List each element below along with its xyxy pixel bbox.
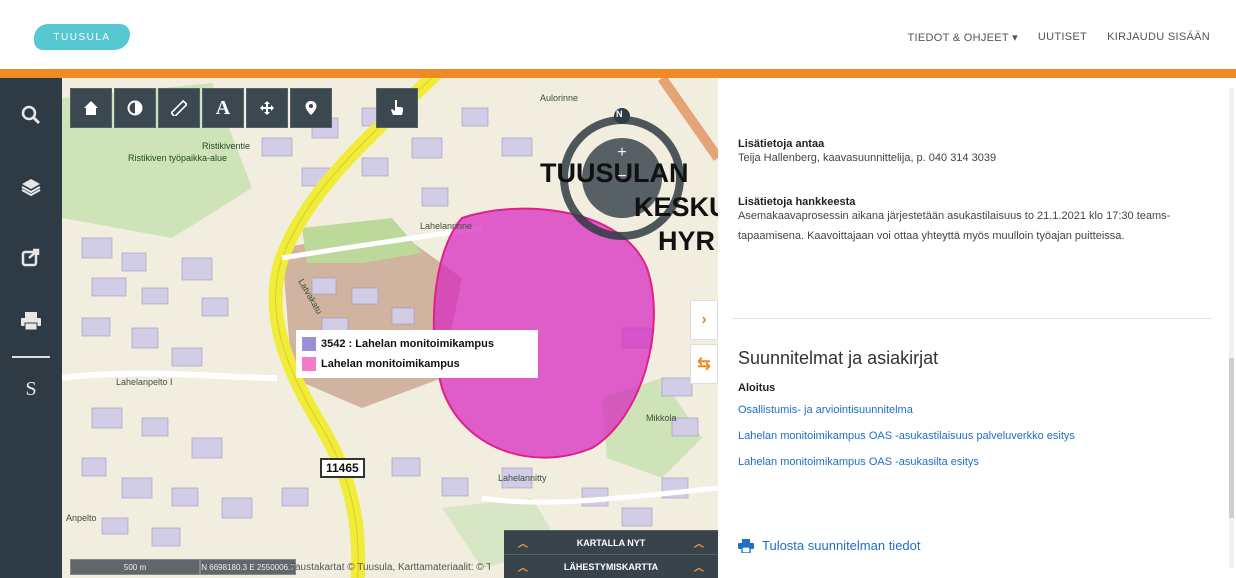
resize-panel-tab[interactable]: ⇆: [690, 344, 718, 384]
drag-handle-icon: ⇆: [697, 356, 711, 373]
share-button[interactable]: [0, 234, 62, 280]
home-button[interactable]: [70, 88, 112, 128]
scale-text: 500 m: [70, 559, 200, 575]
compass-north-label: N: [616, 109, 623, 119]
label-mikkola: Mikkola: [646, 413, 677, 423]
scale-bar: 500 m N 6698180.3 E 2550006.7: [70, 559, 296, 575]
map-copyright: Taustakartat © Tuusula, Karttamateriaali…: [290, 562, 490, 573]
print-plan-link[interactable]: Tulosta suunnitelman tiedot: [738, 538, 921, 553]
contact-text: Teija Hallenberg, kaavasuunnittelija, p.…: [738, 152, 997, 164]
s-tool-button[interactable]: S: [0, 366, 62, 412]
contrast-icon: [127, 100, 143, 116]
feature-legend: 3542 : Lahelan monitoimikampus Lahelan m…: [296, 330, 538, 378]
legend-swatch-area: [302, 357, 316, 371]
project-text: Asemakaavaprosessin aikana järjestetään …: [738, 210, 1171, 242]
ruler-icon: [171, 100, 187, 116]
layers-button[interactable]: [0, 164, 62, 210]
doc-link-service-network[interactable]: Lahelan monitoimikampus OAS -asukastilai…: [738, 430, 1075, 442]
tool-sidebar: S: [0, 78, 62, 578]
nav-info-guides[interactable]: TIEDOT & OHJEET ▾: [907, 31, 1017, 44]
chevron-right-icon: ›: [701, 311, 707, 328]
text-tool-icon: A: [215, 96, 231, 119]
place-label-keskus: KESKUS: [634, 192, 718, 222]
place-label-hyr: HYR: [658, 226, 716, 256]
legend-item[interactable]: Lahelan monitoimikampus: [302, 354, 532, 374]
location-button[interactable]: [290, 88, 332, 128]
search-button[interactable]: [0, 92, 62, 138]
top-header: TUUSULA TIEDOT & OHJEET ▾ UUTISET KIRJAU…: [0, 0, 1236, 70]
section-divider: [732, 318, 1212, 319]
panel-toggle-tabs: › ⇆: [690, 300, 718, 388]
select-feature-button[interactable]: [376, 88, 418, 128]
doc-link-oas[interactable]: Osallistumis- ja arviointisuunnitelma: [738, 404, 913, 416]
move-icon: [260, 101, 274, 115]
road-number-label: 11465: [320, 458, 365, 478]
location-pin-icon: [305, 101, 317, 115]
legend-item[interactable]: 3542 : Lahelan monitoimikampus: [302, 334, 532, 354]
collapse-panel-tab[interactable]: ›: [690, 300, 718, 340]
measure-button[interactable]: [158, 88, 200, 128]
scrollbar-thumb[interactable]: [1229, 358, 1234, 518]
map-view[interactable]: Ristikiven työpaikka-alue Ristikiventie …: [62, 78, 718, 578]
chevron-up-icon: ︿: [694, 539, 704, 550]
print-button[interactable]: [0, 298, 62, 344]
share-icon: [21, 248, 40, 267]
tuusula-logo[interactable]: TUUSULA: [34, 24, 130, 50]
sidebar-divider: [12, 356, 50, 358]
hand-pointer-icon: [391, 100, 403, 115]
section-title: Suunnitelmat ja asiakirjat: [738, 348, 939, 368]
nav-news[interactable]: UUTISET: [1038, 31, 1087, 44]
move-button[interactable]: [246, 88, 288, 128]
bottom-panels: ︿ KARTALLA NYT ︿ ︿ LÄHESTYMISKARTTA ︿: [504, 530, 718, 578]
label-lahelanniitty: Lahelannitty: [498, 473, 547, 483]
plan-info-panel: Lisätietoja antaa Teija Hallenberg, kaav…: [718, 78, 1236, 578]
top-nav: TIEDOT & OHJEET ▾ UUTISET KIRJAUDU SISÄÄ…: [907, 31, 1210, 44]
search-icon: [21, 105, 41, 125]
coordinate-readout: N 6698180.3 E 2550006.7: [200, 559, 296, 575]
legend-swatch-plan: [302, 337, 316, 351]
zoom-in-button[interactable]: +: [612, 144, 632, 164]
on-map-now-panel[interactable]: ︿ KARTALLA NYT ︿: [504, 530, 718, 554]
chevron-up-icon: ︿: [694, 563, 704, 574]
map-toolbar: A: [70, 88, 418, 128]
doc-link-resident-evening[interactable]: Lahelan monitoimikampus OAS -asukasilta …: [738, 456, 979, 468]
print-icon: [21, 312, 41, 331]
label-aulorinne: Aulorinne: [540, 93, 579, 103]
label-lahelanrinne: Lahelanrinne: [420, 221, 473, 231]
s-icon: S: [25, 377, 37, 400]
label-work-area: Ristikiven työpaikka-alue: [128, 153, 228, 163]
accent-bar: [0, 69, 1236, 78]
label-ristikiventie: Ristikiventie: [202, 141, 251, 151]
chevron-up-icon: ︿: [518, 539, 528, 550]
subsection-heading: Aloitus: [738, 382, 776, 394]
contrast-button[interactable]: [114, 88, 156, 128]
zoom-out-button[interactable]: −: [612, 168, 632, 188]
overview-map-panel[interactable]: ︿ LÄHESTYMISKARTTA ︿: [504, 554, 718, 578]
text-tool-button[interactable]: A: [202, 88, 244, 128]
label-lahelanpelto: Lahelanpelto I: [116, 377, 173, 387]
home-icon: [84, 101, 98, 115]
print-icon: [738, 538, 754, 553]
layers-icon: [21, 179, 41, 197]
nav-login[interactable]: KIRJAUDU SISÄÄN: [1107, 31, 1210, 44]
label-anpelto: Anpelto: [66, 513, 97, 523]
chevron-up-icon: ︿: [518, 563, 528, 574]
